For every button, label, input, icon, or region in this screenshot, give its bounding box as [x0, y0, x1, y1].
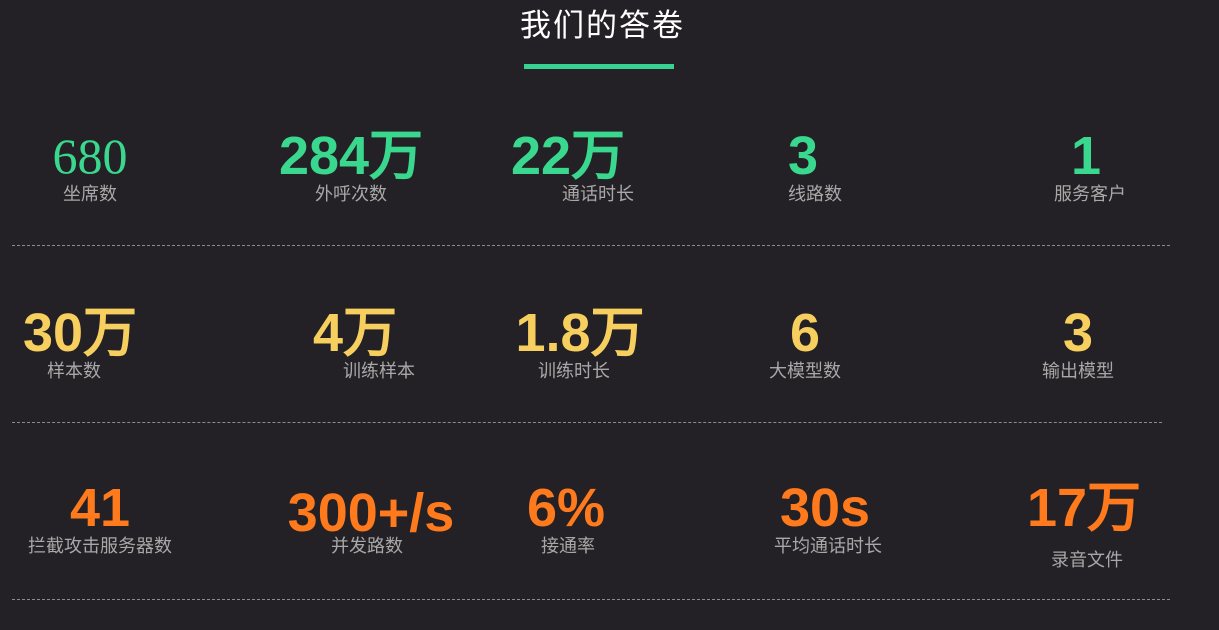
stat-average-call-duration: 30s 平均通话时长 — [705, 480, 945, 558]
row-divider — [12, 422, 1162, 423]
stat-label: 输出模型 — [1042, 361, 1114, 382]
stat-value: 1.8万 — [515, 303, 645, 363]
stat-call-duration: 22万 通话时长 — [448, 128, 688, 206]
title-underline — [524, 64, 674, 69]
stat-label: 训练时长 — [538, 361, 610, 382]
stat-training-samples: 4万 训练样本 — [235, 305, 475, 383]
stat-value: 17万 — [1026, 478, 1142, 538]
stat-clients: 1 服务客户 — [966, 128, 1206, 206]
stat-label: 训练样本 — [343, 361, 415, 382]
stat-label: 外呼次数 — [315, 184, 387, 205]
stat-large-models: 6 大模型数 — [685, 305, 925, 383]
stat-label: 坐席数 — [63, 184, 117, 205]
stat-recording-files: 17万 录音文件 — [964, 480, 1204, 572]
stat-connect-rate: 6% 接通率 — [446, 480, 686, 558]
stat-value: 4万 — [312, 303, 398, 363]
stat-label: 大模型数 — [769, 361, 841, 382]
stat-value: 30万 — [22, 303, 138, 363]
stat-label: 服务客户 — [1054, 184, 1126, 205]
stat-label: 样本数 — [47, 361, 101, 382]
stat-output-models: 3 输出模型 — [958, 305, 1198, 383]
stat-value: 1 — [1070, 126, 1102, 186]
stat-value: 284万 — [278, 126, 424, 186]
stat-agents: 680 坐席数 — [0, 128, 210, 206]
stat-value: 6 — [789, 303, 821, 363]
stat-label: 录音文件 — [1051, 550, 1123, 571]
stat-label: 拦截攻击服务器数 — [28, 536, 172, 557]
stat-value: 3 — [1062, 303, 1094, 363]
stat-training-duration: 1.8万 训练时长 — [460, 305, 700, 383]
stat-value: 3 — [787, 126, 819, 186]
row-divider — [12, 599, 1170, 600]
page-title: 我们的答卷 — [520, 8, 685, 44]
stat-label: 线路数 — [788, 184, 842, 205]
stat-label: 平均通话时长 — [774, 536, 882, 557]
stat-value: 30s — [779, 478, 871, 538]
stat-label: 通话时长 — [562, 184, 634, 205]
stat-value: 22万 — [510, 126, 626, 186]
stat-value: 6% — [526, 478, 606, 538]
stat-lines: 3 线路数 — [683, 128, 923, 206]
stat-value: 680 — [52, 128, 128, 184]
stat-outbound-calls: 284万 外呼次数 — [231, 128, 471, 206]
stat-value: 41 — [69, 478, 131, 538]
stat-blocked-attack-servers: 41 拦截攻击服务器数 — [0, 480, 220, 558]
stat-samples: 30万 样本数 — [0, 305, 200, 383]
row-divider — [12, 245, 1170, 246]
stat-label: 接通率 — [541, 536, 595, 557]
